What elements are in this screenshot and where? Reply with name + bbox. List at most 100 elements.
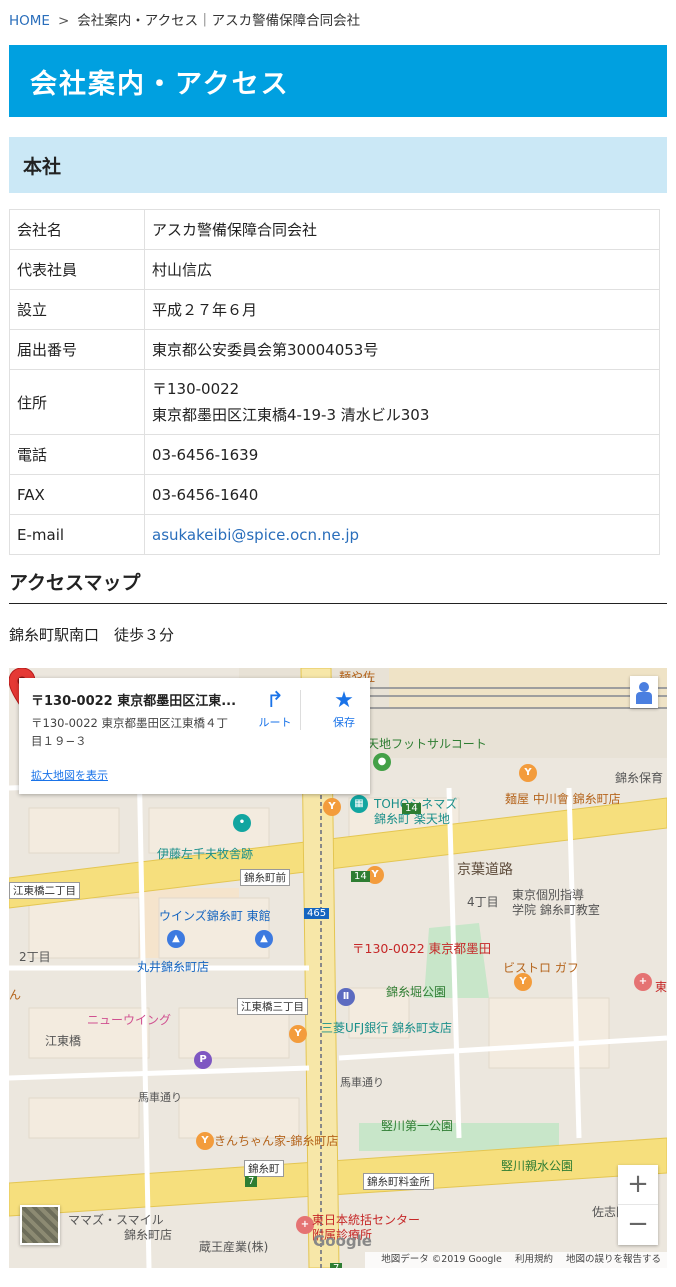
access-heading: アクセスマップ (9, 572, 141, 594)
section-title-bar: 本社 (9, 137, 667, 193)
map-label: 麺屋 中川會 錦糸町店 (505, 792, 621, 806)
pegman-head (639, 682, 649, 692)
intersection-label: 江東橋三丁目 (237, 998, 308, 1015)
row-value: asukakeibi@spice.ocn.ne.jp (144, 514, 660, 555)
table-row: 電話 03-6456-1639 (9, 434, 660, 475)
map-label: 2丁目 (19, 950, 51, 964)
embedded-map[interactable]: • ▦ Y Y Y Y Y Y ▲ ▲ P Ⅱ + + ● 天地フットサルコート… (9, 668, 667, 1268)
row-key: 会社名 (9, 209, 145, 250)
map-label: 馬車通り (340, 1076, 384, 1089)
map-label: 学院 錦糸町教室 (512, 903, 600, 917)
card-divider (300, 690, 301, 730)
route-shield: 7 (330, 1263, 343, 1268)
row-key: 電話 (9, 434, 145, 475)
museum-icon: • (233, 814, 251, 832)
shopping-icon: ▲ (167, 930, 185, 948)
map-label: 竪川第一公園 (381, 1119, 454, 1133)
row-value: 東京都公安委員会第30004053号 (144, 329, 660, 370)
map-label: ん (9, 988, 22, 1002)
map-label: 京葉道路 (457, 862, 513, 878)
row-value: 〒130-0022 東京都墨田区江東橋4-19-3 清水ビル303 (144, 369, 660, 435)
intersection-label: 錦糸町前 (240, 869, 290, 886)
map-label: ビストロ ガフ (503, 961, 579, 975)
email-link[interactable]: asukakeibi@spice.ocn.ne.jp (152, 526, 359, 544)
table-row: E-mail asukakeibi@spice.ocn.ne.jp (9, 514, 660, 555)
map-label: 蔵王産業(株) (199, 1240, 269, 1254)
row-value: 03-6456-1639 (144, 434, 660, 475)
row-value: 平成２７年６月 (144, 289, 660, 330)
map-label: 錦糸保育 (615, 771, 664, 785)
report-error-link[interactable]: 地図の誤りを報告する (566, 1254, 661, 1265)
zoom-out-button[interactable]: − (618, 1205, 658, 1245)
breadcrumb-current: 会社案内・アクセス｜アスカ警備保障合同会社 (77, 13, 361, 29)
breadcrumb-separator: > (57, 13, 70, 29)
access-note: 錦糸町駅南口 徒歩３分 (9, 626, 175, 644)
row-key: 住所 (9, 369, 145, 435)
map-label: 江東橋 (45, 1034, 82, 1048)
directions-button[interactable]: ↱ ルート (250, 688, 300, 730)
table-row: 届出番号 東京都公安委員会第30004053号 (9, 329, 660, 370)
bank-icon: Ⅱ (337, 988, 355, 1006)
google-logo: Google (313, 1232, 372, 1250)
parking-icon: P (194, 1051, 212, 1069)
row-value: 村山信広 (144, 249, 660, 290)
row-key: 代表社員 (9, 249, 145, 290)
terms-link[interactable]: 利用規約 (515, 1254, 553, 1265)
view-larger-map-link[interactable]: 拡大地図を表示 (31, 767, 108, 783)
route-shield: 14 (351, 871, 370, 882)
intersection-label: 錦糸町料金所 (363, 1173, 434, 1190)
map-label: 丸井錦糸町店 (137, 960, 210, 974)
breadcrumb-home-link[interactable]: HOME (9, 13, 50, 29)
table-row: FAX 03-6456-1640 (9, 474, 660, 515)
map-label: ニューウイング (87, 1013, 172, 1027)
table-row: 住所 〒130-0022 東京都墨田区江東橋4-19-3 清水ビル303 (9, 369, 660, 435)
map-label: 4丁目 (467, 895, 499, 909)
restaurant-icon: Y (519, 764, 537, 782)
map-label: きんちゃん家-錦糸町店 (214, 1134, 339, 1148)
street-view-pegman-icon[interactable] (630, 676, 658, 708)
satellite-toggle[interactable] (20, 1205, 60, 1245)
sports-icon: ● (373, 753, 391, 771)
breadcrumb: HOME > 会社案内・アクセス｜アスカ警備保障合同会社 (9, 9, 360, 29)
star-icon: ★ (334, 688, 354, 713)
page-title: 会社案内・アクセス (30, 69, 290, 100)
table-row: 会社名 アスカ警備保障合同会社 (9, 209, 660, 250)
route-shield: 7 (245, 1176, 258, 1187)
save-label: 保存 (333, 716, 355, 729)
company-info-table: 会社名 アスカ警備保障合同会社 代表社員 村山信広 設立 平成２７年６月 届出番… (9, 209, 660, 555)
map-label: 竪川親水公園 (501, 1159, 574, 1173)
table-row: 代表社員 村山信広 (9, 249, 660, 290)
section-title: 本社 (23, 156, 62, 178)
map-label: 馬車通り (138, 1091, 182, 1104)
directions-icon: ↱ (265, 688, 285, 713)
row-key: 設立 (9, 289, 145, 330)
row-value: アスカ警備保障合同会社 (144, 209, 660, 250)
map-data-text: 地図データ ©2019 Google (381, 1254, 502, 1265)
card-title: 〒130-0022 東京都墨田区江東... (31, 694, 237, 709)
marker-label: 〒130-0022 東京都墨田 (352, 941, 492, 956)
map-label: 伊藤左千夫牧舎跡 (157, 847, 254, 861)
movie-icon: ▦ (350, 795, 368, 813)
postal-code: 〒130-0022 (152, 380, 240, 398)
restaurant-icon: Y (289, 1025, 307, 1043)
row-key: E-mail (9, 514, 145, 555)
access-heading-block: アクセスマップ (9, 568, 667, 604)
map-info-card: 〒130-0022 東京都墨田区江東... 〒130-0022 東京都墨田区江東… (19, 678, 370, 794)
card-address: 〒130-0022 東京都墨田区江東橋４丁目１９−３ (31, 716, 229, 748)
address-line: 東京都墨田区江東橋4-19-3 清水ビル303 (152, 406, 430, 424)
directions-label: ルート (258, 716, 292, 729)
page-title-bar: 会社案内・アクセス (9, 45, 667, 117)
route-shield: 465 (304, 908, 330, 919)
pegman-body (636, 692, 652, 704)
map-attribution: 地図データ ©2019 Google 利用規約 地図の誤りを報告する (365, 1252, 667, 1268)
table-row: 設立 平成２７年６月 (9, 289, 660, 330)
shopping-icon: ▲ (255, 930, 273, 948)
save-button[interactable]: ★ 保存 (319, 688, 369, 730)
zoom-in-button[interactable]: + (618, 1165, 658, 1205)
row-value: 03-6456-1640 (144, 474, 660, 515)
map-label: 東 (655, 980, 667, 994)
map-label: ウインズ錦糸町 東館 (159, 909, 271, 923)
row-key: 届出番号 (9, 329, 145, 370)
restaurant-icon: Y (196, 1132, 214, 1150)
map-label: 錦糸堀公園 (386, 985, 447, 999)
